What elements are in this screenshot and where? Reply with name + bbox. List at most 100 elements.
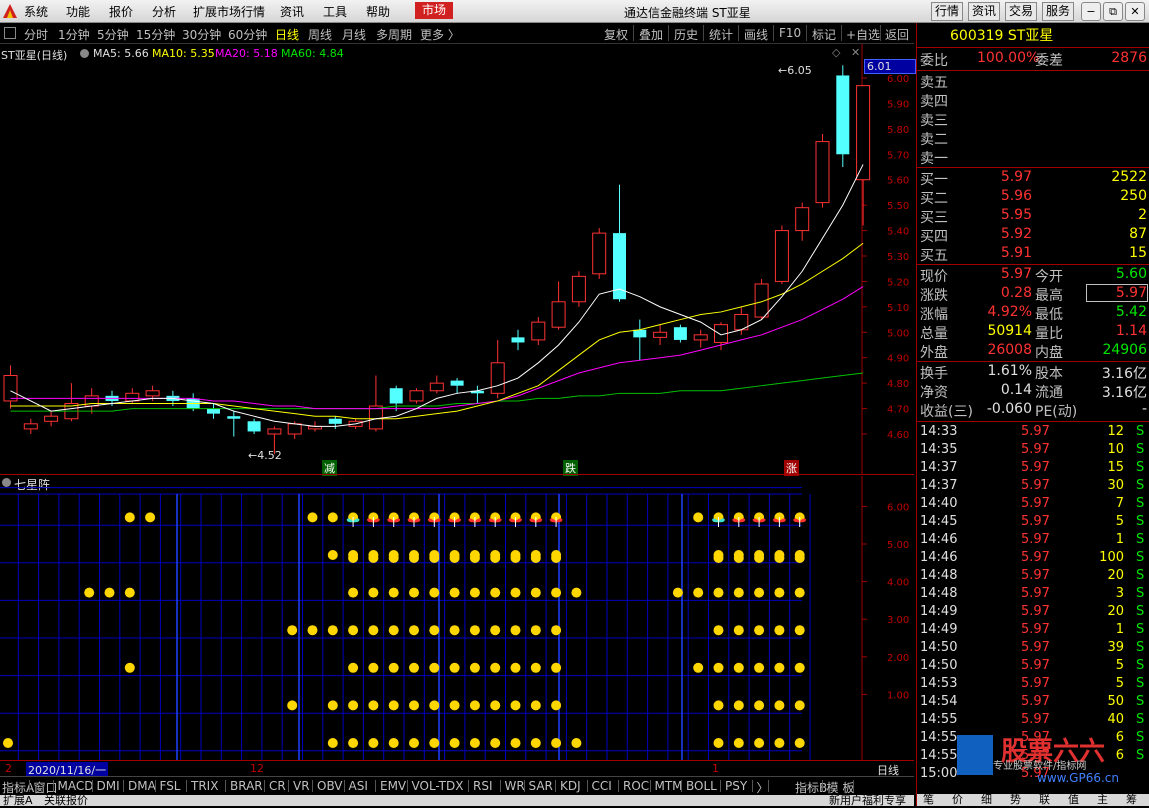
indicator-tab-10[interactable]: OBV: [317, 779, 343, 793]
top-button-service[interactable]: 服务: [1042, 2, 1075, 21]
signal-dot: [490, 587, 501, 598]
tool-back[interactable]: 返回: [885, 26, 909, 43]
buy-label: 买二: [920, 191, 948, 207]
tool-draw[interactable]: 画线: [744, 26, 768, 43]
menu-quote[interactable]: 报价: [109, 3, 133, 20]
signal-dot: [429, 738, 440, 748]
buy-price: 5.97: [1000, 169, 1032, 185]
period-intraday[interactable]: 分时: [24, 26, 48, 43]
tool-statistics[interactable]: 统计: [709, 26, 733, 43]
menu-system[interactable]: 系统: [24, 3, 48, 20]
period-30min[interactable]: 30分钟: [182, 26, 221, 43]
signal-dot: [774, 738, 785, 748]
indicator-tab-9[interactable]: VR: [293, 779, 310, 793]
signal-dot: [429, 587, 440, 598]
date-axis-prefix: 2: [5, 762, 12, 775]
tick-side: S: [1136, 640, 1145, 655]
menu-extended-market[interactable]: 扩展市场行情: [193, 3, 265, 20]
tick-time: 14:53: [920, 676, 958, 691]
restore-icon[interactable]: ⧉: [1103, 2, 1123, 21]
panel-tab-0[interactable]: 笔: [923, 791, 934, 807]
tool-add-watchlist[interactable]: +自选: [846, 26, 880, 43]
indicator-tab-18[interactable]: CCI: [592, 779, 612, 793]
panel-toggle-icon[interactable]: [4, 27, 16, 39]
indicator-tab-7[interactable]: BRAR: [230, 779, 263, 793]
panel-tab-3[interactable]: 势: [1010, 791, 1021, 807]
tick-volume: 5: [1115, 514, 1124, 529]
indicator-tab-17[interactable]: KDJ: [560, 779, 581, 793]
tick-price: 5.97: [1021, 712, 1050, 727]
panel-tab-7[interactable]: 筹: [1126, 791, 1137, 807]
chart-close-icon[interactable]: ✕: [851, 46, 860, 59]
chart-settings-icon[interactable]: [80, 49, 89, 58]
indicator-tab-11[interactable]: ASI: [349, 779, 368, 793]
panel-tab-1[interactable]: 价: [952, 791, 963, 807]
panel-tab-5[interactable]: 值: [1068, 791, 1079, 807]
app-logo-icon[interactable]: [3, 3, 17, 18]
tab-separator: [288, 780, 289, 792]
tool-adjust[interactable]: 复权: [604, 26, 628, 43]
stat-row: 涨跌 0.28 最高 5.97: [917, 284, 1149, 304]
panel-tab-4[interactable]: 联: [1039, 791, 1050, 807]
period-weekly[interactable]: 周线: [308, 26, 332, 43]
period-15min[interactable]: 15分钟: [136, 26, 175, 43]
tool-overlay[interactable]: 叠加: [639, 26, 663, 43]
menu-analysis[interactable]: 分析: [152, 3, 176, 20]
indicator-tab-3[interactable]: DMI: [97, 779, 120, 793]
menu-news[interactable]: 资讯: [280, 3, 304, 20]
tool-history[interactable]: 历史: [674, 26, 698, 43]
period-multi[interactable]: 多周期: [376, 26, 412, 43]
indicator-tab-19[interactable]: ROC: [623, 779, 649, 793]
tool-f10[interactable]: F10: [779, 26, 801, 40]
indicator-tab-14[interactable]: RSI: [473, 779, 493, 793]
signal-dot: [409, 625, 419, 636]
indicator-tab-15[interactable]: WR: [505, 779, 525, 793]
indicator-tab-13[interactable]: VOL-TDX: [412, 779, 464, 793]
signal-dot: [551, 587, 562, 598]
indicator-tab-6[interactable]: TRIX: [191, 779, 218, 793]
tick-row: 14:48 5.97 3 S: [917, 586, 1149, 604]
menu-help[interactable]: 帮助: [366, 3, 390, 20]
status-bar: 扩展A 关联报价 新用户福利专享: [0, 794, 914, 807]
period-more[interactable]: 更多 〉: [420, 26, 460, 43]
top-button-trade[interactable]: 交易: [1005, 2, 1038, 21]
indicator-tab-16[interactable]: SAR: [529, 779, 553, 793]
tick-time: 14:49: [920, 604, 958, 619]
minimize-icon[interactable]: −: [1081, 2, 1101, 21]
period-daily[interactable]: 日线: [275, 26, 299, 43]
signal-dot: [794, 700, 805, 711]
candle-body-up: [653, 331, 668, 338]
top-button-news[interactable]: 资讯: [968, 2, 1001, 21]
indicator-tab-8[interactable]: CR: [269, 779, 286, 793]
menu-market-button[interactable]: 市场: [415, 2, 453, 19]
indicator-tab-2[interactable]: MACD: [58, 779, 94, 793]
panel-tab-6[interactable]: 主: [1097, 791, 1108, 807]
panel-tab-2[interactable]: 细: [981, 791, 992, 807]
indicator-tab-12[interactable]: EMV: [380, 779, 406, 793]
period-5min[interactable]: 5分钟: [97, 26, 129, 43]
menu-function[interactable]: 功能: [66, 3, 90, 20]
period-60min[interactable]: 60分钟: [228, 26, 267, 43]
chart-diamond-icon[interactable]: ◇: [832, 46, 840, 59]
period-1min[interactable]: 1分钟: [58, 26, 90, 43]
ma5-legend: MA5: 5.66: [93, 47, 149, 60]
menu-tools[interactable]: 工具: [323, 3, 347, 20]
seven-star-chart[interactable]: 7.006.005.004.003.002.001.00: [0, 476, 914, 760]
indicator-tab-4[interactable]: DMA: [128, 779, 156, 793]
tick-price: 5.97: [1021, 604, 1050, 619]
close-icon[interactable]: ✕: [1125, 2, 1145, 21]
indicator-tab-20[interactable]: MTM: [655, 779, 683, 793]
indicator-tab-22[interactable]: PSY: [725, 779, 747, 793]
top-button-quote[interactable]: 行情: [931, 2, 964, 21]
signal-dot: [348, 700, 359, 711]
indicator-tab-5[interactable]: FSL: [160, 779, 181, 793]
tool-separator: [880, 25, 881, 41]
fundamental-label: 收益(三): [920, 404, 973, 420]
tool-mark[interactable]: 标记: [812, 26, 836, 43]
tick-side: S: [1136, 604, 1145, 619]
period-monthly[interactable]: 月线: [342, 26, 366, 43]
tab-separator: [343, 780, 345, 792]
indicator-tab-23[interactable]: 〉: [757, 779, 769, 796]
indicator-tab-21[interactable]: BOLL: [686, 779, 717, 793]
kline-chart[interactable]: 6.00 5.90 5.80 5.70 5.60 5.50 5.40 5.30 5.20 5.10…: [0, 44, 914, 474]
